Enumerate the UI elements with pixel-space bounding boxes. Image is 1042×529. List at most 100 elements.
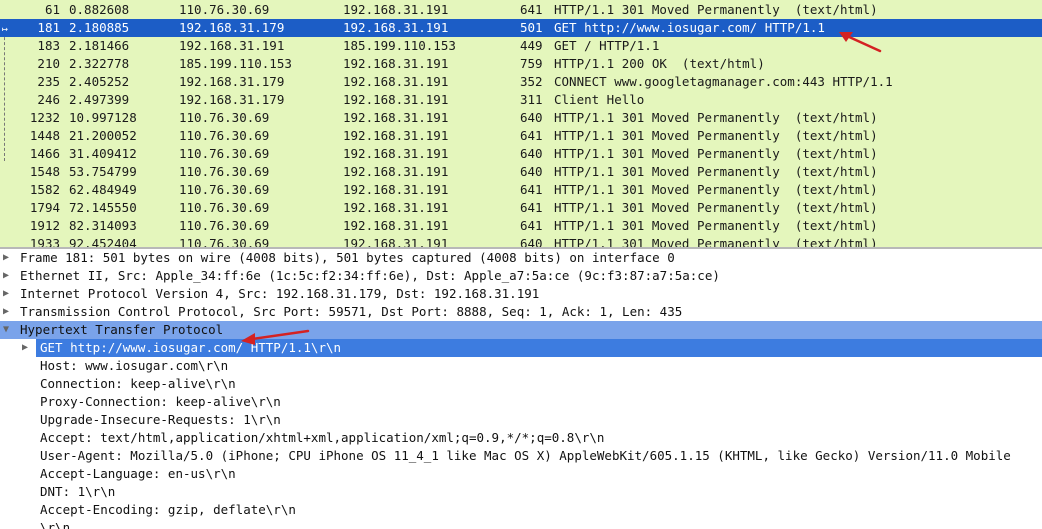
selected-packet-marker-icon: ↦ (2, 24, 9, 35)
packet-info: CONNECT www.googletagmanager.com:443 HTT… (554, 74, 893, 89)
packet-no: 246 (37, 92, 60, 107)
expand-triangle-icon[interactable]: ▶ (3, 267, 9, 285)
packet-no: 1933 (29, 236, 60, 247)
packet-row[interactable]: 246 2.497399 192.168.31.179 192.168.31.191 3… (0, 91, 1042, 109)
tree-http-request-line[interactable]: ▶ GET http://www.iosugar.com/ HTTP/1.1\r… (0, 339, 1042, 357)
request-line-label: GET http://www.iosugar.com/ HTTP/1.1\r\n (40, 340, 342, 355)
packet-row[interactable]: 183 2.181466 192.168.31.191 185.199.110.153… (0, 37, 1042, 55)
packet-details[interactable]: ▶ Frame 181: 501 bytes on wire (4008 bit… (0, 249, 1042, 529)
packet-row[interactable]: 1582 62.484949 110.76.30.69 192.168.31.191 6… (0, 181, 1042, 199)
packet-info: HTTP/1.1 301 Moved Permanently (text/htm… (554, 164, 878, 179)
packet-len: 641 (520, 218, 543, 233)
packet-info: HTTP/1.1 301 Moved Permanently (text/htm… (554, 218, 878, 233)
packet-src: 110.76.30.69 (179, 236, 270, 247)
expand-triangle-icon[interactable]: ▶ (3, 285, 9, 303)
packet-src: 192.168.31.179 (179, 92, 285, 107)
packet-src: 110.76.30.69 (179, 164, 270, 179)
packet-no: 1582 (29, 182, 60, 197)
packet-no: 181 (37, 20, 60, 35)
packet-no: 235 (37, 74, 60, 89)
packet-row-selected[interactable]: 181 2.180885 192.168.31.179 192.168.31.191 5… (0, 19, 1042, 37)
packet-len: 641 (520, 2, 543, 17)
packet-time: 72.145550 (69, 200, 137, 215)
tree-ip-label: Internet Protocol Version 4, Src: 192.16… (20, 286, 540, 301)
packet-row[interactable]: 1548 53.754799 110.76.30.69 192.168.31.191 6… (0, 163, 1042, 181)
packet-no: 1232 (29, 110, 60, 125)
packet-time: 2.497399 (69, 92, 130, 107)
http-header-line[interactable]: Proxy-Connection: keep-alive\r\n (40, 393, 1040, 411)
tree-http-label: Hypertext Transfer Protocol (20, 322, 224, 337)
packet-row[interactable]: 1794 72.145550 110.76.30.69 192.168.31.191 6… (0, 199, 1042, 217)
packet-no: 1912 (29, 218, 60, 233)
packet-no: 61 (44, 2, 60, 17)
packet-row[interactable]: 235 2.405252 192.168.31.179 192.168.31.191 3… (0, 73, 1042, 91)
expand-triangle-icon[interactable]: ▶ (3, 303, 9, 321)
packet-row[interactable]: 1232 10.997128 110.76.30.69 192.168.31.191 6… (0, 109, 1042, 127)
packet-row[interactable]: 210 2.322778 185.199.110.153 192.168.31.191… (0, 55, 1042, 73)
packet-len: 641 (520, 128, 543, 143)
packet-dst: 192.168.31.191 (343, 56, 449, 71)
packet-list[interactable]: 61 0.882608 110.76.30.69 192.168.31.191 641 H… (0, 0, 1042, 247)
http-header-line[interactable]: Host: www.iosugar.com\r\n (40, 357, 1040, 375)
packet-info: HTTP/1.1 301 Moved Permanently (text/htm… (554, 182, 878, 197)
packet-info: GET http://www.iosugar.com/ HTTP/1.1 (554, 20, 825, 35)
packet-len: 311 (520, 92, 543, 107)
packet-dst: 192.168.31.191 (343, 200, 449, 215)
packet-len: 640 (520, 236, 543, 247)
http-header-line[interactable]: User-Agent: Mozilla/5.0 (iPhone; CPU iPh… (40, 447, 1040, 465)
tree-ethernet-label: Ethernet II, Src: Apple_34:ff:6e (1c:5c:… (20, 268, 720, 283)
packet-info: HTTP/1.1 301 Moved Permanently (text/htm… (554, 200, 878, 215)
packet-dst: 192.168.31.191 (343, 110, 449, 125)
packet-no: 1548 (29, 164, 60, 179)
http-header-line[interactable]: Accept-Encoding: gzip, deflate\r\n (40, 501, 1040, 519)
packet-row[interactable]: 61 0.882608 110.76.30.69 192.168.31.191 641 H… (0, 1, 1042, 19)
expand-triangle-icon[interactable]: ▶ (22, 339, 28, 357)
packet-info: HTTP/1.1 301 Moved Permanently (text/htm… (554, 146, 878, 161)
http-header-line[interactable]: \r\n (40, 519, 1040, 529)
packet-dst: 192.168.31.191 (343, 74, 449, 89)
packet-len: 449 (520, 38, 543, 53)
http-header-line[interactable]: Accept-Language: en-us\r\n (40, 465, 1040, 483)
packet-src: 110.76.30.69 (179, 2, 270, 17)
packet-row[interactable]: 1933 92.452404 110.76.30.69 192.168.31.191 6… (0, 235, 1042, 247)
tree-frame-label: Frame 181: 501 bytes on wire (4008 bits)… (20, 250, 675, 265)
packet-row[interactable]: 1466 31.409412 110.76.30.69 192.168.31.191 6… (0, 145, 1042, 163)
packet-src: 110.76.30.69 (179, 146, 270, 161)
packet-dst: 192.168.31.191 (343, 164, 449, 179)
packet-dst: 192.168.31.191 (343, 2, 449, 17)
packet-len: 352 (520, 74, 543, 89)
packet-time: 2.181466 (69, 38, 130, 53)
packet-src: 110.76.30.69 (179, 200, 270, 215)
packet-no: 183 (37, 38, 60, 53)
packet-src: 110.76.30.69 (179, 218, 270, 233)
packet-dst: 192.168.31.191 (343, 128, 449, 143)
packet-time: 62.484949 (69, 182, 137, 197)
collapse-triangle-icon[interactable]: ▼ (3, 321, 9, 339)
packet-time: 53.754799 (69, 164, 137, 179)
packet-src: 192.168.31.191 (179, 38, 285, 53)
packet-no: 1448 (29, 128, 60, 143)
http-header-line[interactable]: Accept: text/html,application/xhtml+xml,… (40, 429, 1040, 447)
packet-time: 92.452404 (69, 236, 137, 247)
tree-ethernet[interactable]: ▶ Ethernet II, Src: Apple_34:ff:6e (1c:5… (0, 267, 1042, 285)
packet-len: 759 (520, 56, 543, 71)
packet-info: HTTP/1.1 301 Moved Permanently (text/htm… (554, 110, 878, 125)
packet-time: 21.200052 (69, 128, 137, 143)
packet-row[interactable]: 1912 82.314093 110.76.30.69 192.168.31.191 6… (0, 217, 1042, 235)
tree-frame[interactable]: ▶ Frame 181: 501 bytes on wire (4008 bit… (0, 249, 1042, 267)
tree-http[interactable]: ▼ Hypertext Transfer Protocol (0, 321, 1042, 339)
packet-info: HTTP/1.1 301 Moved Permanently (text/htm… (554, 236, 878, 247)
packet-info: GET / HTTP/1.1 (554, 38, 660, 53)
http-header-line[interactable]: Upgrade-Insecure-Requests: 1\r\n (40, 411, 1040, 429)
packet-row[interactable]: 1448 21.200052 110.76.30.69 192.168.31.191 6… (0, 127, 1042, 145)
http-header-line[interactable]: Connection: keep-alive\r\n (40, 375, 1040, 393)
tree-ip[interactable]: ▶ Internet Protocol Version 4, Src: 192.… (0, 285, 1042, 303)
tree-tcp[interactable]: ▶ Transmission Control Protocol, Src Por… (0, 303, 1042, 321)
packet-no: 1794 (29, 200, 60, 215)
packet-info: HTTP/1.1 301 Moved Permanently (text/htm… (554, 128, 878, 143)
expand-triangle-icon[interactable]: ▶ (3, 249, 9, 267)
packet-len: 640 (520, 164, 543, 179)
packet-no: 1466 (29, 146, 60, 161)
http-header-line[interactable]: DNT: 1\r\n (40, 483, 1040, 501)
tree-tcp-label: Transmission Control Protocol, Src Port:… (20, 304, 683, 319)
